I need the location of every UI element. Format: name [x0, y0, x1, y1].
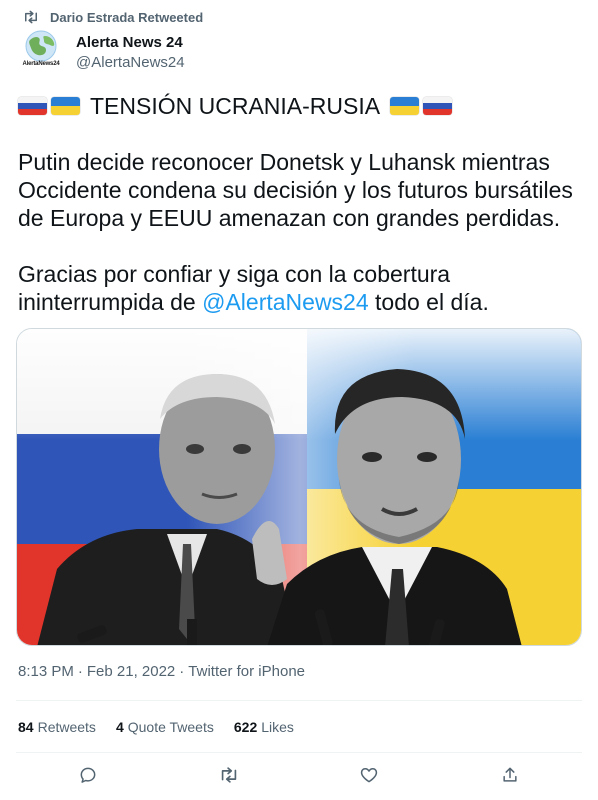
headline-text: TENSIÓN UCRANIA-RUSIA: [90, 93, 381, 119]
russia-flag-icon: [423, 97, 453, 115]
avatar[interactable]: AlertaNews24: [18, 28, 64, 74]
tweet-image[interactable]: [16, 328, 582, 646]
like-button[interactable]: [358, 766, 380, 788]
tweet-headline: TENSIÓN UCRANIA-RUSIA: [18, 92, 582, 120]
retweets-label: Retweets: [37, 719, 96, 735]
retweet-icon: [218, 766, 240, 789]
ukraine-flag-icon: [51, 97, 80, 115]
tweet-time[interactable]: 8:13 PM: [18, 663, 74, 680]
body-line: de Europa y EEUU amenazan con grandes pe…: [18, 205, 561, 231]
retweets-stat[interactable]: 84 Retweets: [18, 719, 96, 735]
tweet-source[interactable]: Twitter for iPhone: [188, 663, 305, 680]
divider: [16, 700, 582, 701]
quote-tweets-label: Quote Tweets: [127, 719, 214, 735]
share-icon: [500, 765, 520, 790]
retweeter-label: Dario Estrada Retweeted: [50, 9, 204, 25]
tweet-meta: 8:13 PM · Feb 21, 2022 · Twitter for iPh…: [18, 663, 305, 680]
tweet-author: AlertaNews24 Alerta News 24 @AlertaNews2…: [18, 28, 185, 74]
ukraine-flag-icon: [390, 97, 420, 115]
quote-tweets-count: 4: [115, 719, 124, 735]
closing-post: todo el día.: [368, 289, 489, 315]
meta-separator: ·: [179, 663, 185, 680]
closing-line: Gracias por confiar y siga con la cobert…: [18, 261, 451, 287]
like-icon: [359, 765, 379, 790]
mention-link[interactable]: @AlertaNews24: [202, 289, 369, 315]
retweet-icon: [22, 10, 40, 24]
avatar-caption: AlertaNews24: [22, 61, 60, 67]
tweet-text: TENSIÓN UCRANIA-RUSIA Putin decide recon…: [18, 92, 582, 316]
retweet-button[interactable]: [218, 766, 240, 788]
russia-flag-icon: [18, 97, 47, 115]
author-name[interactable]: Alerta News 24: [76, 33, 185, 53]
likes-count: 622: [233, 719, 258, 735]
body-line: Putin decide reconocer Donetsk y Luhansk…: [18, 149, 550, 175]
retweet-context[interactable]: Dario Estrada Retweeted: [22, 8, 203, 26]
quote-tweets-stat[interactable]: 4 Quote Tweets: [116, 719, 214, 735]
likes-label: Likes: [261, 719, 294, 735]
body-line: Occidente condena su decisión y los futu…: [18, 177, 573, 203]
reply-icon: [78, 765, 98, 790]
author-handle[interactable]: @AlertaNews24: [76, 53, 185, 73]
share-button[interactable]: [499, 766, 521, 788]
divider: [16, 752, 582, 753]
tweet-date[interactable]: Feb 21, 2022: [87, 663, 175, 680]
closing-line: ininterrumpida de @AlertaNews24 todo el …: [18, 288, 582, 316]
meta-separator: ·: [77, 663, 83, 680]
retweets-count: 84: [18, 719, 34, 735]
likes-stat[interactable]: 622 Likes: [234, 719, 294, 735]
closing-pre: ininterrumpida de: [18, 289, 203, 315]
reply-button[interactable]: [77, 766, 99, 788]
tweet-stats: 84 Retweets 4 Quote Tweets 622 Likes: [18, 716, 294, 738]
action-bar: [0, 760, 598, 794]
